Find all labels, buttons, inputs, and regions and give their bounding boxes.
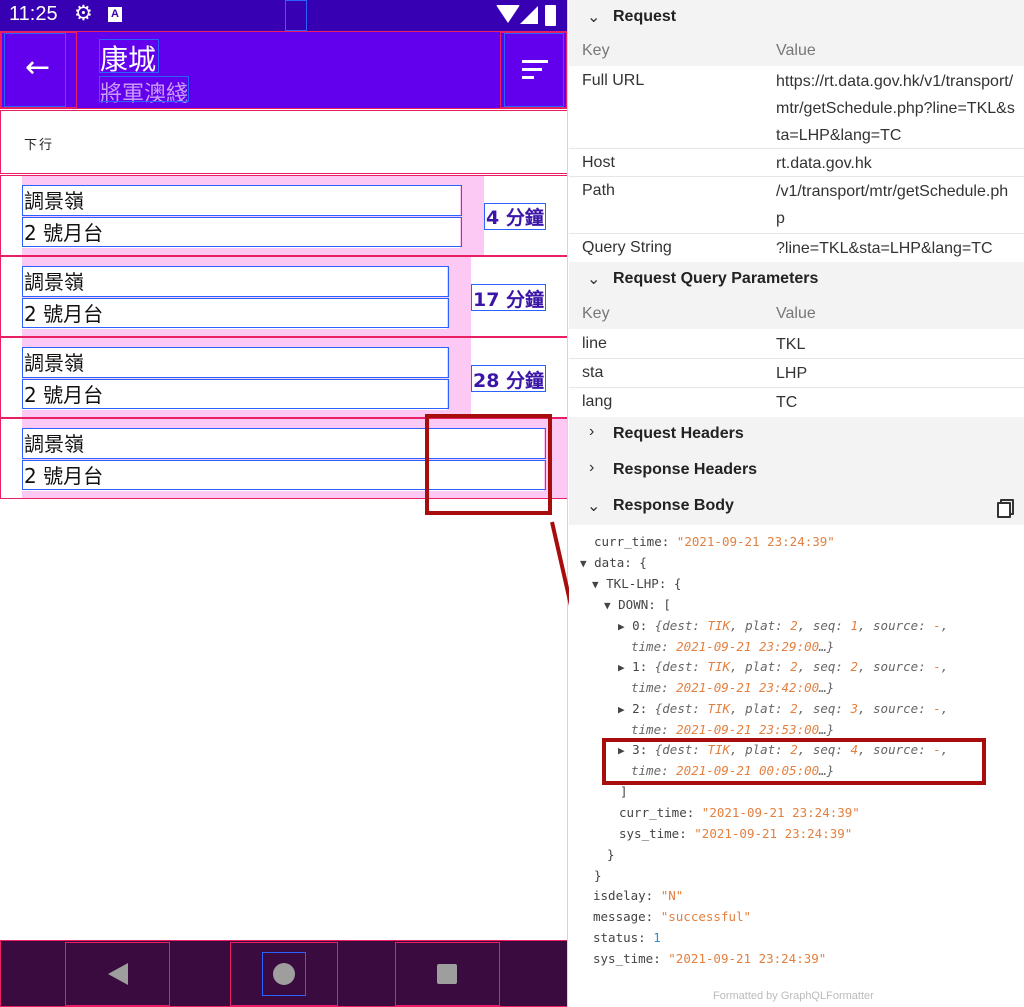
json-line: sys_time: "2021-09-21 23:24:39": [593, 951, 827, 966]
query-value[interactable]: TKL: [776, 331, 1016, 358]
train-row[interactable]: 調景嶺 2 號月台 28 分鐘: [0, 337, 567, 417]
json-line: time: 2021-09-21 23:42:00…}: [631, 680, 835, 695]
chevron-right-icon: ›: [589, 423, 595, 440]
json-line: message: "successful": [593, 909, 752, 924]
json-line: status: 1: [593, 930, 661, 945]
section-title: Response Body: [613, 497, 734, 514]
query-key: line: [582, 335, 607, 352]
nav-recents-icon[interactable]: [437, 964, 457, 984]
highlight-empty-eta: [425, 414, 552, 515]
request-headers-section-header[interactable]: › Request Headers: [569, 417, 1024, 453]
debug-outline: [285, 0, 307, 31]
line-subtitle: 將軍澳綫: [100, 82, 189, 107]
chevron-down-icon: ⌄: [587, 498, 601, 515]
json-item-2[interactable]: ▶ 2: {dest: TIK, plat: 2, seq: 3, source…: [618, 701, 948, 716]
expand-down-icon: ▼: [604, 599, 611, 612]
train-destination: 調景嶺: [22, 186, 460, 216]
train-eta: 17 分鐘: [473, 289, 545, 311]
chevron-down-icon: ⌄: [587, 271, 601, 288]
json-line: }: [594, 868, 602, 883]
navigation-bar: [0, 940, 567, 1007]
request-inspector: ⌄ Request Key Value Full URL https://rt.…: [569, 0, 1024, 1007]
response-headers-section-header[interactable]: › Response Headers: [569, 453, 1024, 489]
col-key: Key: [582, 305, 610, 322]
json-line: time: 2021-09-21 23:53:00…}: [631, 722, 835, 737]
train-platform: 2 號月台: [22, 218, 460, 248]
response-body-section-header[interactable]: ⌄ Response Body: [569, 489, 1024, 525]
query-params-section-header[interactable]: ⌄ Request Query Parameters: [569, 262, 1024, 298]
request-key: Host: [582, 154, 615, 171]
gear-icon: ⚙: [74, 1, 93, 25]
col-value: Value: [776, 42, 816, 59]
train-destination: 調景嶺: [22, 267, 447, 297]
battery-icon: [545, 5, 556, 26]
json-line: }: [607, 847, 615, 862]
section-title: Request Headers: [613, 425, 744, 442]
col-value: Value: [776, 305, 816, 322]
request-value[interactable]: /v1/transport/mtr/getSchedule.php: [776, 178, 1016, 232]
train-destination: 調景嶺: [22, 348, 447, 378]
train-platform: 2 號月台: [22, 380, 447, 410]
json-line[interactable]: ▼ DOWN: [: [604, 597, 671, 612]
request-key: Path: [582, 182, 615, 199]
json-line[interactable]: ▼ TKL-LHP: {: [592, 576, 681, 591]
train-row[interactable]: 調景嶺 2 號月台 17 分鐘: [0, 256, 567, 336]
request-value[interactable]: https://rt.data.gov.hk/v1/transport/mtr/…: [776, 68, 1016, 149]
signal-icon: [520, 6, 538, 24]
col-key: Key: [582, 42, 610, 59]
formatter-credit: Formatted by GraphQLFormatter: [713, 990, 874, 1002]
json-line: curr_time: "2021-09-21 23:24:39": [594, 534, 835, 549]
json-line[interactable]: ▼ data: {: [580, 555, 647, 570]
section-title: Request Query Parameters: [613, 270, 819, 287]
expand-down-icon: ▼: [592, 578, 599, 591]
request-table-header: Key Value: [569, 34, 1024, 66]
json-line: sys_time: "2021-09-21 23:24:39": [619, 826, 853, 841]
json-line: time: 2021-09-21 23:29:00…}: [631, 639, 835, 654]
query-key: sta: [582, 364, 604, 381]
request-key: Full URL: [582, 72, 645, 89]
highlight-json-item-3: [602, 738, 986, 785]
train-eta: 28 分鐘: [473, 370, 545, 392]
copy-icon[interactable]: [997, 499, 1014, 518]
train-row[interactable]: 調景嶺 2 號月台 4 分鐘: [0, 175, 567, 255]
expand-right-icon: ▶: [618, 703, 625, 716]
request-value[interactable]: rt.data.gov.hk: [776, 150, 1016, 177]
json-item-0[interactable]: ▶ 0: {dest: TIK, plat: 2, seq: 1, source…: [618, 618, 948, 633]
section-title: Request: [613, 8, 677, 25]
station-title: 康城: [100, 43, 157, 76]
section-title: Response Headers: [613, 461, 758, 478]
status-time: 11:25: [9, 3, 58, 25]
query-value[interactable]: LHP: [776, 360, 1016, 387]
request-key: Query String: [582, 239, 672, 256]
json-line: ]: [620, 784, 628, 799]
json-item-1[interactable]: ▶ 1: {dest: TIK, plat: 2, seq: 2, source…: [618, 659, 948, 674]
train-eta: 4 分鐘: [486, 207, 544, 229]
request-value[interactable]: ?line=TKL&sta=LHP&lang=TC: [776, 235, 1016, 262]
train-platform: 2 號月台: [22, 299, 447, 329]
request-section-header[interactable]: ⌄ Request: [569, 0, 1024, 36]
json-line: curr_time: "2021-09-21 23:24:39": [619, 805, 860, 820]
expand-right-icon: ▶: [618, 661, 625, 674]
query-value[interactable]: TC: [776, 389, 1016, 416]
chevron-down-icon: ⌄: [587, 9, 601, 26]
nav-back-icon[interactable]: [108, 963, 128, 985]
status-bar: 11:25 ⚙ A: [0, 0, 567, 31]
chevron-right-icon: ›: [589, 459, 595, 476]
wifi-icon: [496, 5, 520, 23]
expand-right-icon: ▶: [618, 620, 625, 633]
query-key: lang: [582, 393, 613, 410]
direction-label: 下行: [24, 138, 55, 153]
nav-home-icon[interactable]: [273, 963, 295, 985]
back-arrow-icon[interactable]: ←: [25, 53, 55, 83]
app-bar: ← 康城 將軍澳綫: [0, 31, 567, 109]
sort-icon[interactable]: [522, 60, 548, 84]
json-line: isdelay: "N": [593, 888, 684, 903]
a-notification-icon: A: [108, 7, 122, 22]
direction-header: 下行: [0, 110, 567, 174]
query-table-header: Key Value: [569, 297, 1024, 329]
expand-down-icon: ▼: [580, 557, 587, 570]
